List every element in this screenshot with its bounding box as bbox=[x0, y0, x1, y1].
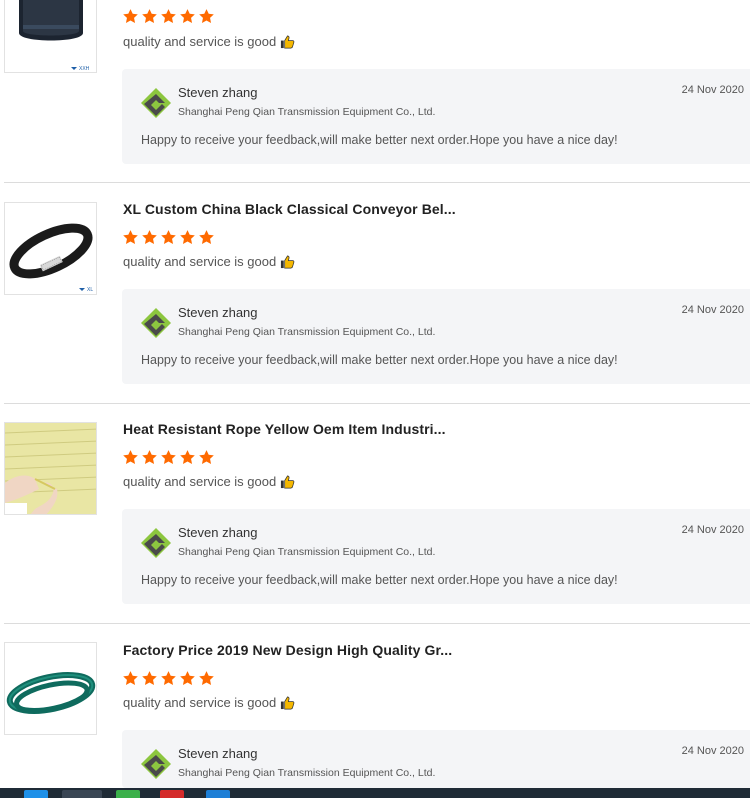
thumbs-up-icon bbox=[281, 255, 295, 269]
star-icon bbox=[180, 230, 195, 244]
thumbs-up-icon bbox=[281, 475, 295, 489]
review-comment: quality and service is good bbox=[123, 34, 295, 49]
star-icon bbox=[123, 230, 138, 244]
star-icon bbox=[199, 230, 214, 244]
green-flat-belt-image bbox=[5, 643, 96, 734]
reply-company-name: Shanghai Peng Qian Transmission Equipmen… bbox=[178, 106, 436, 118]
star-icon bbox=[142, 230, 157, 244]
reply-author-name: Steven zhang bbox=[178, 305, 258, 320]
reply-author-name: Steven zhang bbox=[178, 85, 258, 100]
reply-author-name: Steven zhang bbox=[178, 525, 258, 540]
yellow-rope-image bbox=[5, 423, 96, 514]
thumbnail-tag: XXH bbox=[79, 66, 90, 72]
black-conveyor-belt-image: XL bbox=[5, 203, 96, 294]
company-logo-icon bbox=[141, 308, 171, 338]
star-icon bbox=[180, 671, 195, 685]
star-icon bbox=[199, 671, 214, 685]
reply-company-name: Shanghai Peng Qian Transmission Equipmen… bbox=[178, 326, 436, 338]
product-thumbnail[interactable]: XL bbox=[4, 202, 97, 295]
reply-company-name: Shanghai Peng Qian Transmission Equipmen… bbox=[178, 546, 436, 558]
seller-reply: Steven zhang Shanghai Peng Qian Transmis… bbox=[122, 69, 750, 164]
chrome-icon[interactable] bbox=[116, 790, 140, 798]
reply-date: 24 Nov 2020 bbox=[681, 745, 744, 757]
product-thumbnail[interactable] bbox=[4, 422, 97, 515]
rating-stars bbox=[122, 8, 215, 25]
seller-reply: Steven zhang Shanghai Peng Qian Transmis… bbox=[122, 730, 750, 788]
rating-stars bbox=[122, 670, 215, 687]
reply-company-name: Shanghai Peng Qian Transmission Equipmen… bbox=[178, 767, 436, 779]
product-title[interactable]: Factory Price 2019 New Design High Quali… bbox=[123, 642, 452, 658]
seller-reply: Steven zhang Shanghai Peng Qian Transmis… bbox=[122, 289, 750, 384]
star-icon bbox=[161, 230, 176, 244]
review-comment: quality and service is good bbox=[123, 695, 295, 710]
product-title[interactable]: XL Custom China Black Classical Conveyor… bbox=[123, 201, 456, 217]
star-icon bbox=[161, 9, 176, 23]
comment-text: quality and service is good bbox=[123, 34, 277, 49]
reply-message: Happy to receive your feedback,will make… bbox=[141, 573, 618, 587]
product-thumbnail[interactable] bbox=[4, 642, 97, 735]
star-icon bbox=[123, 671, 138, 685]
reply-date: 24 Nov 2020 bbox=[681, 304, 744, 316]
star-icon bbox=[123, 9, 138, 23]
product-thumbnail[interactable]: XXH bbox=[4, 0, 97, 73]
star-icon bbox=[180, 450, 195, 464]
rating-stars bbox=[122, 449, 215, 466]
review-divider bbox=[4, 623, 750, 624]
product-title[interactable]: Heat Resistant Rope Yellow Oem Item Indu… bbox=[123, 421, 446, 437]
comment-text: quality and service is good bbox=[123, 474, 277, 489]
review-comment: quality and service is good bbox=[123, 254, 295, 269]
thumbs-up-icon bbox=[281, 35, 295, 49]
star-icon bbox=[123, 450, 138, 464]
company-logo-icon bbox=[141, 88, 171, 118]
rating-stars bbox=[122, 229, 215, 246]
reply-date: 24 Nov 2020 bbox=[681, 524, 744, 536]
windows-start-icon[interactable] bbox=[24, 790, 48, 798]
search-icon[interactable] bbox=[62, 790, 102, 798]
reply-author-name: Steven zhang bbox=[178, 746, 258, 761]
star-icon bbox=[199, 450, 214, 464]
app-red-icon[interactable] bbox=[160, 790, 184, 798]
review-divider bbox=[4, 403, 750, 404]
comment-text: quality and service is good bbox=[123, 254, 277, 269]
os-taskbar bbox=[0, 788, 750, 798]
reply-message: Happy to receive your feedback,will make… bbox=[141, 353, 618, 367]
review-comment: quality and service is good bbox=[123, 474, 295, 489]
seller-reply: Steven zhang Shanghai Peng Qian Transmis… bbox=[122, 509, 750, 604]
star-icon bbox=[161, 671, 176, 685]
star-icon bbox=[161, 450, 176, 464]
star-icon bbox=[142, 671, 157, 685]
star-icon bbox=[142, 450, 157, 464]
star-icon bbox=[142, 9, 157, 23]
star-icon bbox=[199, 9, 214, 23]
company-logo-icon bbox=[141, 528, 171, 558]
black-timing-belt-image: XXH bbox=[5, 0, 96, 72]
thumbnail-tag: XL bbox=[87, 287, 93, 293]
app-blue-icon[interactable] bbox=[206, 790, 230, 798]
star-icon bbox=[180, 9, 195, 23]
reply-date: 24 Nov 2020 bbox=[681, 84, 744, 96]
thumbs-up-icon bbox=[281, 696, 295, 710]
reply-message: Happy to receive your feedback,will make… bbox=[141, 133, 618, 147]
review-divider bbox=[4, 182, 750, 183]
comment-text: quality and service is good bbox=[123, 695, 277, 710]
company-logo-icon bbox=[141, 749, 171, 779]
